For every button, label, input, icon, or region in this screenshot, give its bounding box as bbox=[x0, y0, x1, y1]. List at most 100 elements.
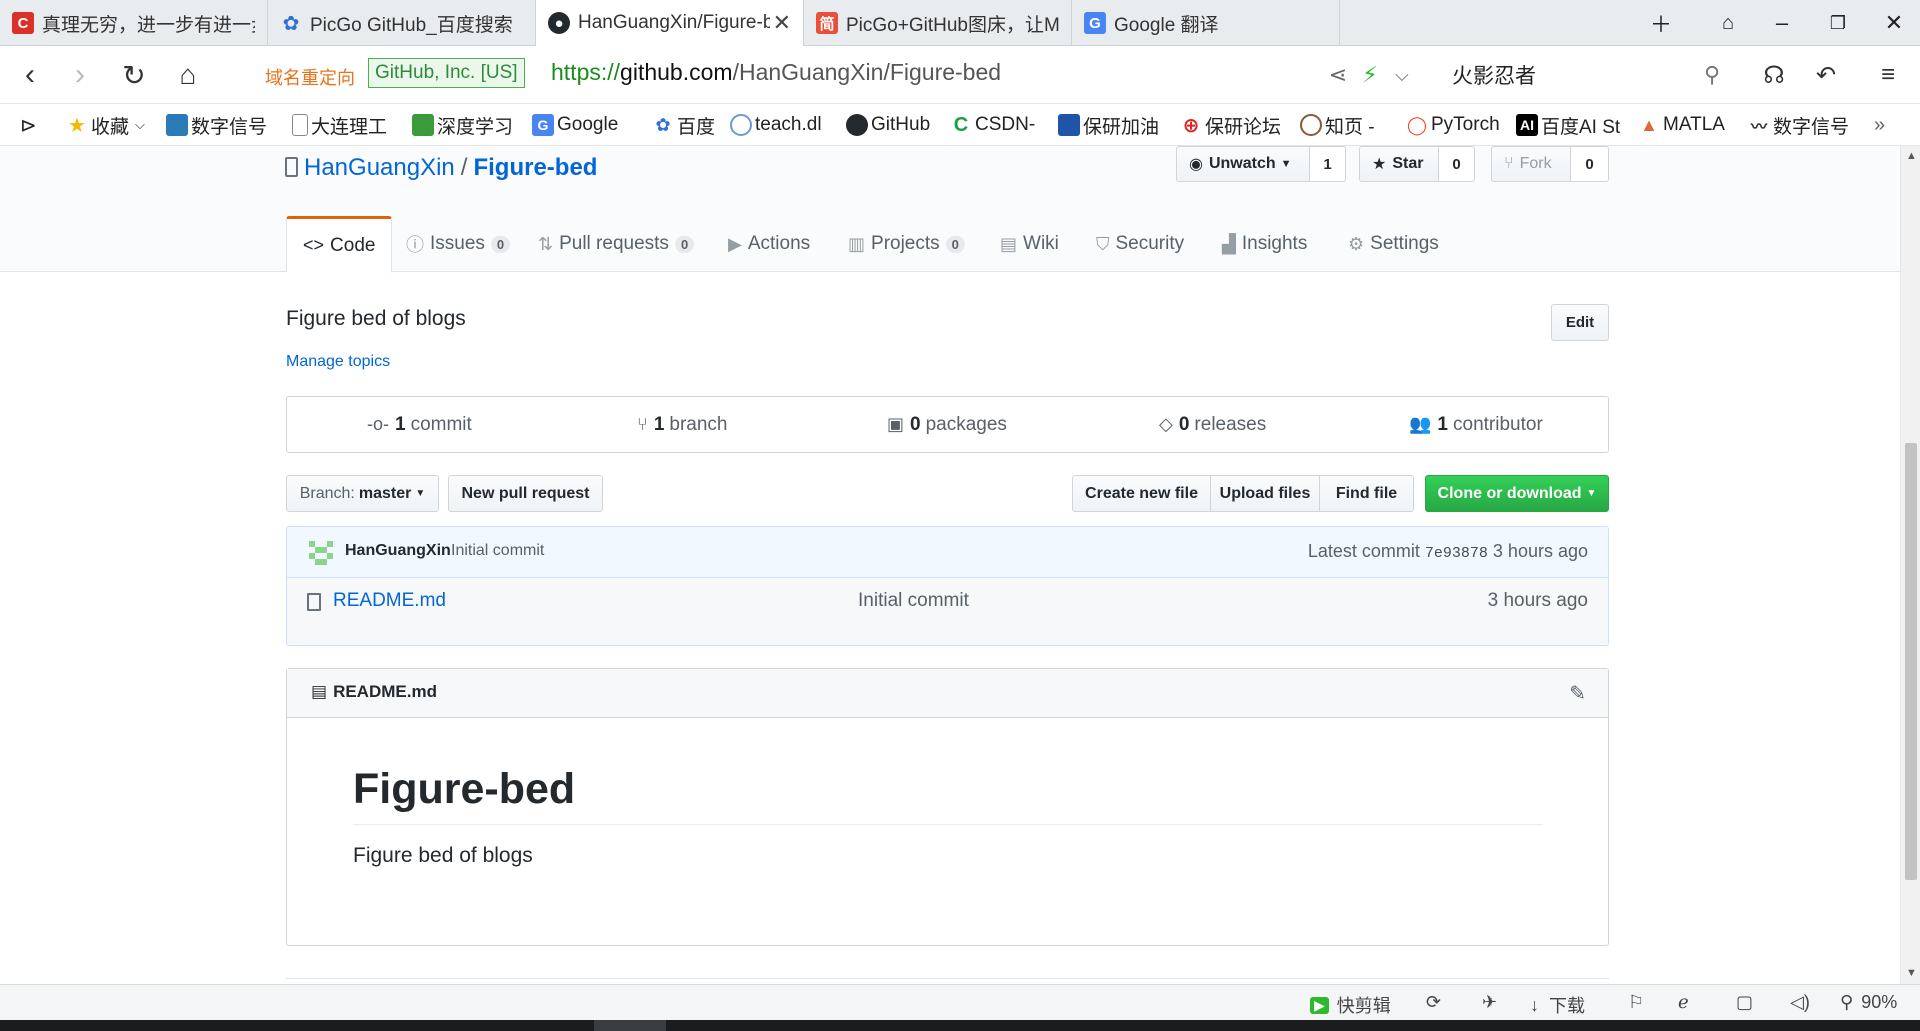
url-input[interactable]: https://github.com/HanGuangXin/Figure-be… bbox=[551, 59, 1001, 86]
manage-topics-link[interactable]: Manage topics bbox=[286, 353, 390, 371]
tab-insights[interactable]: ▟ Insights bbox=[1206, 216, 1323, 272]
bookmark-item[interactable]: ▲ MATLA bbox=[1638, 112, 1725, 138]
bookmark-item[interactable]: ★ 收藏 ⌵ bbox=[66, 112, 145, 138]
more-bookmarks-icon[interactable]: » bbox=[1874, 112, 1885, 138]
unwatch-button[interactable]: ◉ Unwatch ▼ bbox=[1176, 146, 1310, 182]
branch-select[interactable]: Branch: master ▼ bbox=[286, 475, 439, 512]
ie-icon[interactable]: ℯ bbox=[1678, 992, 1689, 1013]
close-tab-icon[interactable]: ✕ bbox=[773, 10, 791, 36]
bookmark-item[interactable]: G Google bbox=[532, 112, 618, 138]
bookmark-item[interactable]: 知页 - bbox=[1300, 112, 1375, 138]
packages-link[interactable]: ▣ 0 packages bbox=[887, 397, 1007, 452]
tab-settings[interactable]: ⚙ Settings bbox=[1332, 216, 1455, 272]
minimize-icon[interactable]: – bbox=[1762, 6, 1802, 40]
edit-button[interactable]: Edit bbox=[1551, 304, 1609, 341]
fork-button[interactable]: ⑂ Fork bbox=[1491, 146, 1571, 182]
search-icon[interactable]: ⚲ bbox=[1690, 54, 1734, 96]
tab-count: 0 bbox=[490, 235, 511, 253]
back-icon[interactable]: ‹ bbox=[8, 54, 52, 96]
watch-count[interactable]: 1 bbox=[1310, 146, 1346, 182]
bookmark-item[interactable]: 深度学习 bbox=[412, 112, 513, 138]
speaker-icon[interactable]: ◁) bbox=[1790, 992, 1810, 1013]
browser-tab[interactable]: 简 PicGo+GitHub图床，让Mark bbox=[804, 0, 1072, 46]
avatar[interactable] bbox=[309, 541, 333, 565]
bookmark-item[interactable]: teach.dl bbox=[730, 112, 822, 138]
home-icon[interactable]: ⌂ bbox=[166, 54, 210, 96]
bookmark-item[interactable]: AI 百度AI St bbox=[1516, 112, 1620, 138]
fork-count[interactable]: 0 bbox=[1571, 146, 1609, 182]
branches-link[interactable]: ⑂ 1 branch bbox=[637, 397, 728, 452]
shirt-icon[interactable]: ⌂ bbox=[1708, 6, 1748, 40]
taskbar-item[interactable] bbox=[594, 1020, 666, 1031]
repo-name-link[interactable]: Figure-bed bbox=[473, 154, 597, 181]
scrollbar-thumb[interactable] bbox=[1905, 443, 1917, 880]
tab-security[interactable]: ⛉ Security bbox=[1080, 216, 1200, 272]
browser-tab[interactable]: G Google 翻译 bbox=[1072, 0, 1340, 46]
clone-download-button[interactable]: Clone or download ▼ bbox=[1425, 475, 1609, 512]
flag-icon[interactable]: ⚐ bbox=[1628, 992, 1644, 1013]
tab-issues[interactable]: ⓘ Issues 0 bbox=[390, 216, 526, 272]
file-name-link[interactable]: README.md bbox=[333, 590, 446, 612]
bookmark-item[interactable]: GitHub bbox=[846, 112, 930, 138]
find-file-button[interactable]: Find file bbox=[1319, 475, 1414, 512]
security-cert-badge[interactable]: GitHub, Inc. [US] bbox=[368, 58, 525, 88]
restore-icon[interactable]: ❐ bbox=[1818, 6, 1858, 40]
upload-files-button[interactable]: Upload files bbox=[1210, 475, 1320, 512]
vertical-scrollbar[interactable]: ▲ ▼ bbox=[1900, 146, 1920, 984]
undo-icon[interactable]: ↶ bbox=[1804, 54, 1848, 96]
redirect-label: 域名重定向 bbox=[265, 68, 355, 88]
tab-projects[interactable]: ▥ Projects 0 bbox=[832, 216, 981, 272]
window-icon[interactable]: ▢ bbox=[1736, 992, 1753, 1013]
new-pull-request-button[interactable]: New pull request bbox=[448, 475, 603, 512]
chevron-down-icon[interactable]: ⌵ bbox=[1380, 54, 1424, 96]
tab-actions[interactable]: ▶ Actions bbox=[712, 216, 826, 272]
star-button[interactable]: ★ Star bbox=[1359, 146, 1439, 182]
kuaijianji-button[interactable]: ▶ 快剪辑 bbox=[1310, 992, 1391, 1018]
browser-tab-active[interactable]: ● HanGuangXin/Figure-bed: Fi ✕ bbox=[536, 0, 804, 47]
headphones-icon[interactable]: ☊ bbox=[1752, 54, 1796, 96]
speed-icon[interactable]: ⟳ bbox=[1426, 992, 1441, 1013]
scroll-down-icon[interactable]: ▼ bbox=[1906, 967, 1917, 979]
commit-sha[interactable]: 7e93878 bbox=[1425, 545, 1488, 562]
scroll-up-icon[interactable]: ▲ bbox=[1906, 150, 1917, 162]
search-input[interactable]: 火影忍者 bbox=[1452, 60, 1536, 90]
pencil-icon[interactable]: ✎ bbox=[1569, 681, 1586, 706]
file-icon bbox=[307, 593, 321, 611]
bookmark-item[interactable]: C CSDN- bbox=[950, 112, 1035, 138]
file-commit-message[interactable]: Initial commit bbox=[858, 590, 969, 612]
zoom-control[interactable]: ⚲ 90% bbox=[1840, 992, 1897, 1013]
forward-icon[interactable]: › bbox=[58, 54, 102, 96]
bookmark-item[interactable]: 大连理工 bbox=[292, 112, 387, 138]
repo-owner-link[interactable]: HanGuangXin bbox=[304, 154, 455, 181]
reload-icon[interactable]: ↻ bbox=[112, 54, 156, 96]
tab-label: Issues bbox=[430, 233, 485, 254]
sidebar-toggle-icon[interactable]: ⊳ bbox=[20, 112, 37, 138]
bookmark-item[interactable]: 〰数字信号 bbox=[1748, 112, 1849, 138]
bookmark-item[interactable]: ✿ 百度 bbox=[652, 112, 715, 138]
tab-pull-requests[interactable]: ⇅ Pull requests 0 bbox=[522, 216, 710, 272]
pin-icon[interactable]: ✈ bbox=[1482, 992, 1497, 1013]
new-tab-icon[interactable]: ＋ bbox=[1641, 6, 1681, 40]
contributors-link[interactable]: 👥 1 contributor bbox=[1409, 397, 1543, 452]
bookmarks-bar: ⊳ ★ 收藏 ⌵ 数字信号 大连理工 深度学习 G Google ✿ 百度 teach.… bbox=[0, 104, 1920, 146]
bookmark-item[interactable]: ⊕ 保研论坛 bbox=[1180, 112, 1281, 138]
bookmark-item[interactable]: 数字信号 bbox=[166, 112, 267, 138]
bookmark-item[interactable]: 保研加油 bbox=[1058, 112, 1159, 138]
commit-author[interactable]: HanGuangXin bbox=[345, 542, 451, 560]
download-button[interactable]: ↓ 下载 bbox=[1530, 992, 1585, 1018]
star-count[interactable]: 0 bbox=[1439, 146, 1475, 182]
commits-link[interactable]: -o- 1 commit bbox=[367, 397, 472, 452]
tab-code[interactable]: <> Code bbox=[286, 216, 393, 273]
tab-label: Insights bbox=[1241, 233, 1308, 254]
bookmark-item[interactable]: ◯ PyTorch bbox=[1406, 112, 1500, 138]
tab-title: Google 翻译 bbox=[1114, 14, 1219, 36]
browser-tab[interactable]: ✿ PicGo GitHub_百度搜索 bbox=[268, 0, 536, 46]
tab-wiki[interactable]: ▤ Wiki bbox=[984, 216, 1075, 272]
browser-tab[interactable]: C 真理无穷，进一步有进一步的欢 bbox=[0, 0, 268, 46]
create-new-file-button[interactable]: Create new file bbox=[1072, 475, 1211, 512]
releases-link[interactable]: ◇ 0 releases bbox=[1159, 397, 1266, 452]
menu-icon[interactable]: ≡ bbox=[1866, 54, 1910, 96]
close-window-icon[interactable]: ✕ bbox=[1874, 6, 1914, 40]
commit-message[interactable]: Initial commit bbox=[451, 542, 544, 560]
numbers-summary: -o- 1 commit ⑂ 1 branch ▣ 0 packages ◇ 0 release… bbox=[286, 396, 1609, 453]
